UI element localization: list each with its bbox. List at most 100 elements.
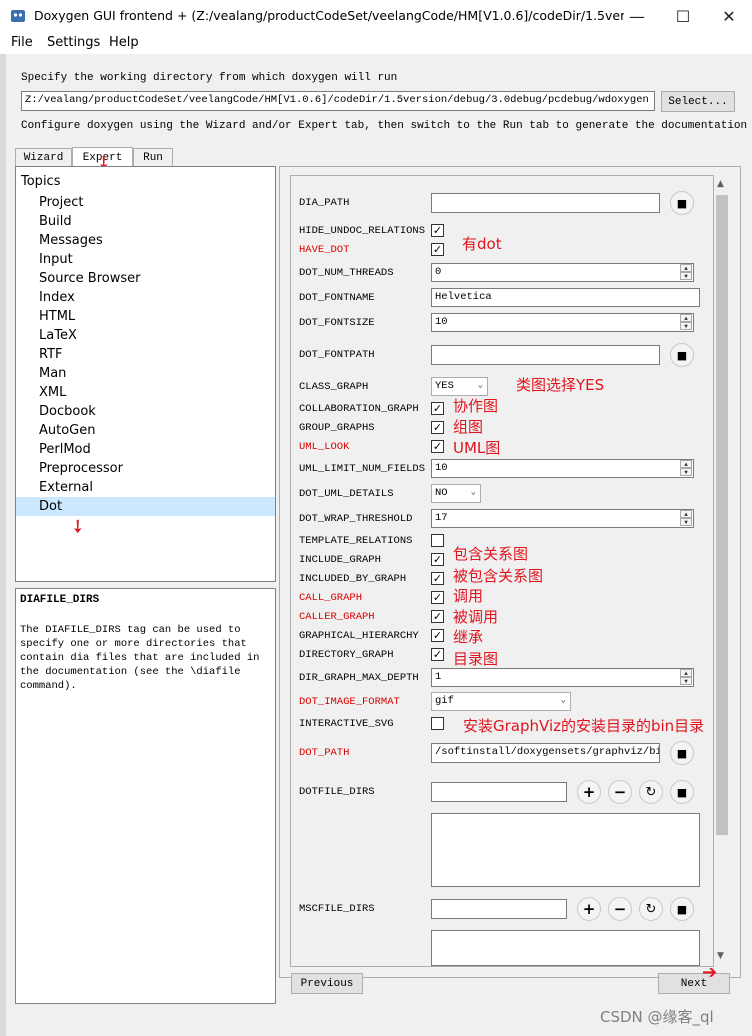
topic-dot[interactable]: Dot bbox=[16, 497, 275, 516]
call-graph-checkbox[interactable]: ✓ bbox=[431, 591, 444, 604]
include-graph-checkbox[interactable]: ✓ bbox=[431, 553, 444, 566]
dot-fontsize-spinbox[interactable]: 10 ▲ ▼ bbox=[431, 313, 694, 332]
menu-help[interactable]: Help bbox=[109, 35, 139, 50]
browse-folder-button[interactable]: ■ bbox=[670, 343, 694, 367]
option-label-dotfile-dirs: DOTFILE_DIRS bbox=[299, 786, 375, 798]
hide-undoc-relations-checkbox[interactable]: ✓ bbox=[431, 224, 444, 237]
dir-graph-max-depth-spinbox[interactable]: 1 ▲ ▼ bbox=[431, 668, 694, 687]
menu-settings[interactable]: Settings bbox=[47, 35, 100, 50]
uml-look-checkbox[interactable]: ✓ bbox=[431, 440, 444, 453]
spin-up-icon[interactable]: ▲ bbox=[680, 510, 692, 518]
collaboration-graph-checkbox[interactable]: ✓ bbox=[431, 402, 444, 415]
topic-latex[interactable]: LaTeX bbox=[16, 326, 275, 345]
have-dot-checkbox[interactable]: ✓ bbox=[431, 243, 444, 256]
spin-down-icon[interactable]: ▼ bbox=[680, 272, 692, 280]
annotation-call: 调用 bbox=[453, 587, 484, 605]
minimize-button[interactable]: — bbox=[614, 0, 660, 32]
refresh-button[interactable]: ↻ bbox=[639, 780, 663, 804]
add-button[interactable]: + bbox=[577, 897, 601, 921]
topics-title: Topics bbox=[21, 174, 61, 189]
dotfile-dirs-list[interactable] bbox=[431, 813, 700, 887]
group-graphs-checkbox[interactable]: ✓ bbox=[431, 421, 444, 434]
dot-image-format-select[interactable]: gif ⌄ bbox=[431, 692, 571, 711]
graphical-hierarchy-checkbox[interactable]: ✓ bbox=[431, 629, 444, 642]
template-relations-checkbox[interactable] bbox=[431, 534, 444, 547]
browse-folder-button[interactable]: ■ bbox=[670, 741, 694, 765]
settings-scrollbar[interactable]: ▲ ▼ bbox=[714, 175, 731, 967]
select-button[interactable]: Select... bbox=[661, 91, 735, 112]
topic-docbook[interactable]: Docbook bbox=[16, 402, 275, 421]
topic-html[interactable]: HTML bbox=[16, 307, 275, 326]
dot-fontname-input[interactable]: Helvetica bbox=[431, 288, 700, 307]
spin-up-icon[interactable]: ▲ bbox=[680, 264, 692, 272]
topic-index[interactable]: Index bbox=[16, 288, 275, 307]
workdir-input[interactable]: Z:/vealang/productCodeSet/veelangCode/HM… bbox=[21, 91, 655, 111]
topic-project[interactable]: Project bbox=[16, 193, 275, 212]
dot-num-threads-value: 0 bbox=[435, 266, 442, 278]
topic-input[interactable]: Input bbox=[16, 250, 275, 269]
topic-autogen[interactable]: AutoGen bbox=[16, 421, 275, 440]
dot-num-threads-spinbox[interactable]: 0 ▲ ▼ bbox=[431, 263, 694, 282]
help-panel: DIAFILE_DIRS The DIAFILE_DIRS tag can be… bbox=[15, 588, 276, 1004]
scrollbar-thumb[interactable] bbox=[716, 195, 728, 835]
close-button[interactable]: ✕ bbox=[706, 0, 752, 32]
previous-button[interactable]: Previous bbox=[291, 973, 363, 994]
refresh-button[interactable]: ↻ bbox=[639, 897, 663, 921]
topic-xml[interactable]: XML bbox=[16, 383, 275, 402]
tab-run[interactable]: Run bbox=[133, 148, 173, 167]
dot-fontpath-input[interactable] bbox=[431, 345, 660, 365]
topic-source-browser[interactable]: Source Browser bbox=[16, 269, 275, 288]
scroll-up-icon[interactable]: ▲ bbox=[717, 179, 724, 189]
spin-down-icon[interactable]: ▼ bbox=[680, 468, 692, 476]
dia-path-input[interactable] bbox=[431, 193, 660, 213]
spin-up-icon[interactable]: ▲ bbox=[680, 669, 692, 677]
remove-button[interactable]: − bbox=[608, 897, 632, 921]
directory-graph-checkbox[interactable]: ✓ bbox=[431, 648, 444, 661]
browse-folder-button[interactable]: ■ bbox=[670, 780, 694, 804]
dot-uml-details-select[interactable]: NO ⌄ bbox=[431, 484, 481, 503]
browse-folder-button[interactable]: ■ bbox=[670, 897, 694, 921]
option-label-mscfile-dirs: MSCFILE_DIRS bbox=[299, 903, 375, 915]
spin-down-icon[interactable]: ▼ bbox=[680, 518, 692, 526]
add-button[interactable]: + bbox=[577, 780, 601, 804]
topic-preprocessor[interactable]: Preprocessor bbox=[16, 459, 275, 478]
dot-wrap-threshold-spinbox[interactable]: 17 ▲ ▼ bbox=[431, 509, 694, 528]
included-by-graph-checkbox[interactable]: ✓ bbox=[431, 572, 444, 585]
option-label-dir-graph-max-depth: DIR_GRAPH_MAX_DEPTH bbox=[299, 672, 419, 684]
spin-down-icon[interactable]: ▼ bbox=[680, 322, 692, 330]
dot-path-input[interactable]: /softinstall/doxygensets/graphviz/bin bbox=[431, 743, 660, 763]
remove-button[interactable]: − bbox=[608, 780, 632, 804]
mscfile-dirs-list[interactable] bbox=[431, 930, 700, 966]
refresh-icon: ↻ bbox=[645, 901, 657, 917]
next-button[interactable]: Next bbox=[658, 973, 730, 994]
topic-man[interactable]: Man bbox=[16, 364, 275, 383]
spin-up-icon[interactable]: ▲ bbox=[680, 460, 692, 468]
mscfile-dirs-input[interactable] bbox=[431, 899, 567, 919]
topic-perlmod[interactable]: PerlMod bbox=[16, 440, 275, 459]
class-graph-select[interactable]: YES ⌄ bbox=[431, 377, 488, 396]
browse-folder-button[interactable]: ■ bbox=[670, 191, 694, 215]
annotation-class-graph: 类图选择YES bbox=[516, 376, 605, 394]
option-label-dot-image-format: DOT_IMAGE_FORMAT bbox=[299, 696, 400, 708]
topic-build[interactable]: Build bbox=[16, 212, 275, 231]
caller-graph-checkbox[interactable]: ✓ bbox=[431, 610, 444, 623]
menu-file[interactable]: File bbox=[11, 35, 33, 50]
option-label-uml-limit-num-fields: UML_LIMIT_NUM_FIELDS bbox=[299, 463, 426, 475]
topic-external[interactable]: External bbox=[16, 478, 275, 497]
scroll-down-icon[interactable]: ▼ bbox=[717, 951, 724, 961]
spin-down-icon[interactable]: ▼ bbox=[680, 677, 692, 685]
option-label-uml-look: UML_LOOK bbox=[299, 441, 350, 453]
maximize-button[interactable]: ☐ bbox=[660, 0, 706, 32]
uml-limit-num-fields-spinbox[interactable]: 10 ▲ ▼ bbox=[431, 459, 694, 478]
dotfile-dirs-input[interactable] bbox=[431, 782, 567, 802]
tab-wizard[interactable]: Wizard bbox=[15, 148, 72, 167]
spin-up-icon[interactable]: ▲ bbox=[680, 314, 692, 322]
option-label-directory-graph: DIRECTORY_GRAPH bbox=[299, 649, 394, 661]
help-text: The DIAFILE_DIRS tag can be used to spec… bbox=[20, 624, 260, 692]
topic-messages[interactable]: Messages bbox=[16, 231, 275, 250]
folder-icon: ■ bbox=[676, 746, 688, 760]
help-title: DIAFILE_DIRS bbox=[20, 594, 100, 606]
interactive-svg-checkbox[interactable] bbox=[431, 717, 444, 730]
topic-rtf[interactable]: RTF bbox=[16, 345, 275, 364]
folder-icon: ■ bbox=[676, 348, 688, 362]
